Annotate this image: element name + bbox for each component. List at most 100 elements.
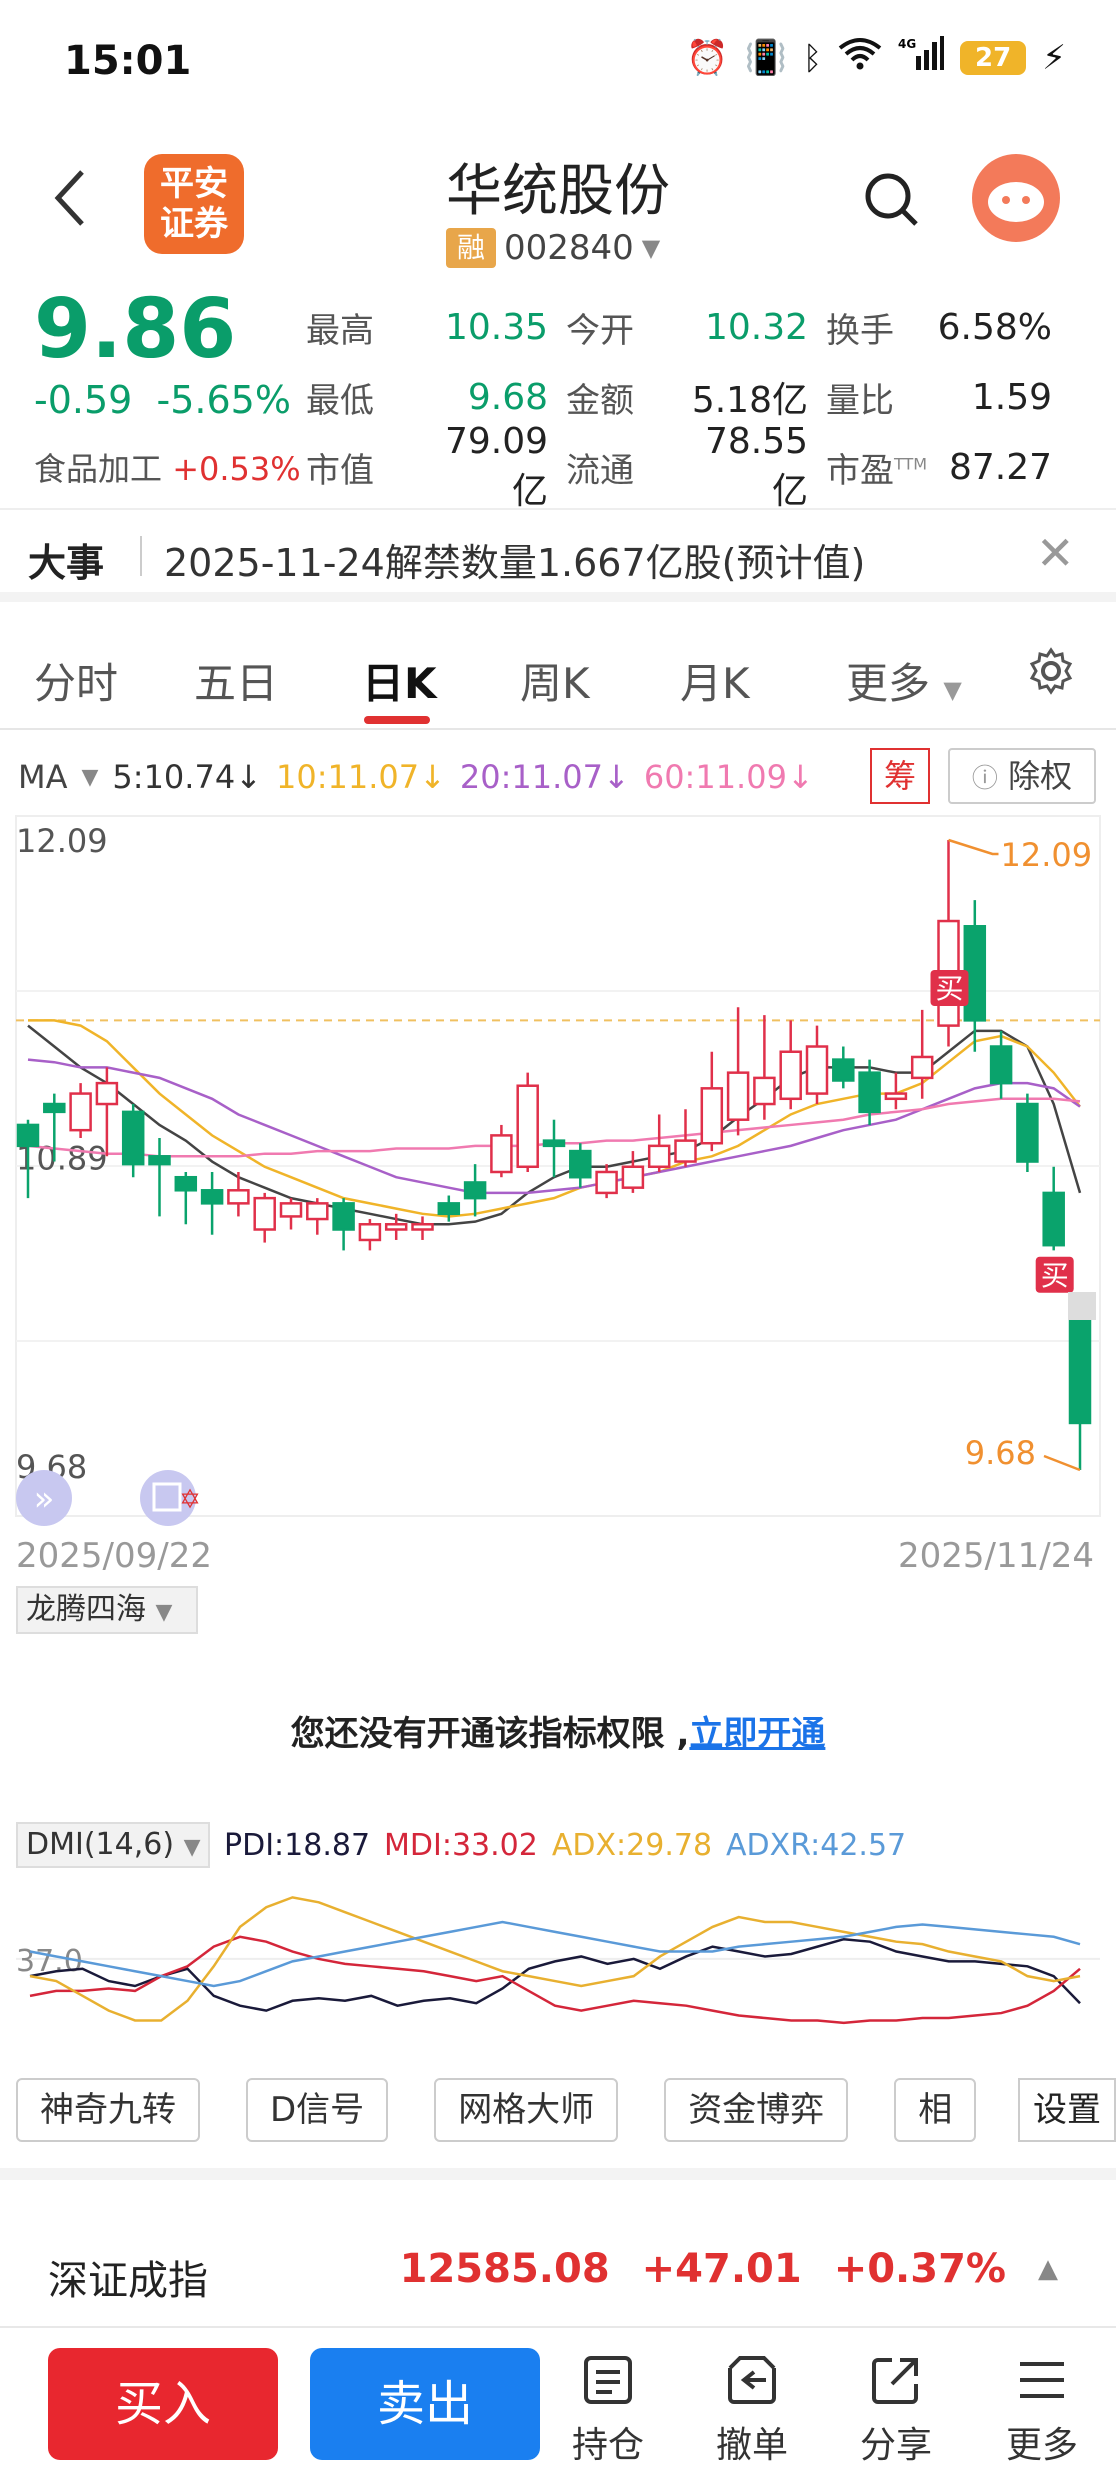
candle bbox=[1016, 1093, 1039, 1172]
buy-button[interactable]: 买入 bbox=[48, 2348, 278, 2460]
double-chevron-icon: » bbox=[34, 1479, 55, 1519]
low-callout-label: 9.68 bbox=[965, 1434, 1036, 1472]
buy-marker-label: 买 bbox=[935, 972, 963, 1005]
settings-button[interactable]: 设置 bbox=[1018, 2078, 1116, 2142]
index-values: 12585.08 +47.01 +0.37% ▲ bbox=[400, 2246, 1058, 2292]
quote-label: 换手 bbox=[826, 310, 894, 351]
stock-code-row[interactable]: 融 002840 ▼ bbox=[446, 228, 660, 268]
candle bbox=[411, 1216, 434, 1240]
quote-row: 市值 79.09亿 流通 78.55亿 市盈TTM 87.27 bbox=[306, 421, 1096, 512]
low-callout-line bbox=[1043, 1454, 1081, 1472]
nav-cancel-order[interactable]: 撤单 bbox=[702, 2354, 802, 2468]
margin-badge: 融 bbox=[446, 228, 496, 268]
svg-text:4G: 4G bbox=[898, 37, 916, 51]
fullscreen-button[interactable]: ✡ bbox=[140, 1470, 201, 1526]
candlestick-chart[interactable]: 12.0910.899.68买买12.099.68» ✡ bbox=[0, 810, 1116, 1530]
tab-intraday[interactable]: 分时 bbox=[34, 650, 118, 711]
quote-value: 78.55亿 bbox=[704, 420, 808, 512]
event-text: 2025-11-24解禁数量1.667亿股(预计值) bbox=[164, 541, 866, 585]
candle-body bbox=[647, 1144, 671, 1169]
candle-body bbox=[332, 1202, 355, 1231]
candle-body bbox=[121, 1110, 145, 1166]
candle-body bbox=[832, 1058, 855, 1082]
tab-monthly-k[interactable]: 月K bbox=[680, 650, 750, 711]
candle-body bbox=[69, 1092, 92, 1132]
quote-grid: 最高 10.35 今开 10.32 换手 6.58% 最低 9.68 金额 5.18亿 量比 1.59… bbox=[306, 292, 1096, 512]
industry-info[interactable]: 食品加工 +0.53% bbox=[34, 444, 301, 490]
candle-body bbox=[569, 1149, 592, 1179]
wifi-icon bbox=[838, 36, 882, 79]
expand-button[interactable]: » bbox=[16, 1470, 72, 1526]
avatar[interactable] bbox=[972, 154, 1060, 242]
gear-icon[interactable] bbox=[1026, 646, 1076, 706]
sell-button[interactable]: 卖出 bbox=[310, 2348, 540, 2460]
dmi-legend-item: ADX:29.78 bbox=[551, 1827, 713, 1863]
quote-value: 5.18亿 bbox=[691, 380, 808, 421]
candle bbox=[569, 1143, 592, 1188]
search-icon bbox=[865, 173, 918, 226]
tool-button-related[interactable]: 相 bbox=[894, 2078, 977, 2142]
quote-label: 市值 bbox=[306, 450, 374, 491]
candle bbox=[700, 1051, 724, 1152]
tab-weekly-k[interactable]: 周K bbox=[520, 650, 590, 711]
buy-marker[interactable]: 买 bbox=[1035, 1256, 1074, 1293]
dmi-chart[interactable]: 37.0 bbox=[0, 1880, 1116, 2060]
nav-positions[interactable]: 持仓 bbox=[558, 2354, 658, 2468]
candle bbox=[726, 1007, 750, 1136]
ma-legend[interactable]: MA ▼ 5:10.74↓ 10:11.07↓ 20:11.07↓ 60:11.09↓ bbox=[18, 758, 814, 796]
tool-button-fund-game[interactable]: 资金博弈 bbox=[664, 2078, 849, 2142]
tool-button-d-signal[interactable]: D信号 bbox=[246, 2078, 389, 2142]
nav-more[interactable]: 更多 bbox=[992, 2354, 1092, 2468]
stock-code: 002840 bbox=[504, 228, 634, 268]
candle bbox=[1042, 1166, 1065, 1251]
cancel-order-icon bbox=[728, 2356, 776, 2404]
chip-distribution-button[interactable]: 筹 bbox=[870, 748, 930, 804]
tab-more[interactable]: 更多 ▼ bbox=[846, 650, 962, 711]
buy-marker[interactable]: 买 bbox=[930, 970, 969, 1006]
tab-daily-k[interactable]: 日K bbox=[362, 650, 437, 711]
candle bbox=[1068, 1293, 1092, 1470]
quote-label: 今开 bbox=[566, 310, 634, 351]
ma-legend-item: 60:11.09↓ bbox=[643, 758, 814, 796]
candle bbox=[490, 1124, 513, 1178]
candle bbox=[200, 1171, 224, 1235]
candle-body bbox=[200, 1189, 224, 1205]
vibrate-icon: 📳 bbox=[744, 37, 787, 78]
candle bbox=[279, 1198, 303, 1230]
close-icon[interactable]: ✕ bbox=[1036, 526, 1075, 580]
tab-five-day[interactable]: 五日 bbox=[194, 650, 278, 711]
permission-notice: 您还没有开通该指标权限 ,立即开通 bbox=[0, 1706, 1116, 1755]
ex-rights-button[interactable]: ⓘ 除权 bbox=[948, 748, 1096, 804]
quote-label: 量比 bbox=[826, 380, 894, 421]
quote-label: 金额 bbox=[566, 380, 634, 421]
index-change: +47.01 bbox=[641, 2246, 802, 2292]
nav-share[interactable]: 分享 bbox=[846, 2354, 946, 2468]
change-percent: -5.65% bbox=[156, 378, 291, 422]
enable-link[interactable]: 立即开通 bbox=[689, 1714, 825, 1754]
active-tab-indicator bbox=[364, 716, 430, 724]
candle bbox=[832, 1046, 855, 1089]
candle bbox=[621, 1151, 645, 1193]
quote-label: 最低 bbox=[306, 380, 374, 421]
candle-body bbox=[227, 1189, 250, 1205]
quote-value: 9.68 bbox=[467, 376, 548, 418]
ma-legend-item: 10:11.07↓ bbox=[275, 758, 446, 796]
tool-button-grid-master[interactable]: 网格大师 bbox=[434, 2078, 619, 2142]
tool-button-magic-nine[interactable]: 神奇九转 bbox=[16, 2078, 200, 2142]
candle bbox=[674, 1109, 697, 1167]
scroll-handle[interactable] bbox=[1068, 1292, 1096, 1320]
candle-body bbox=[805, 1045, 829, 1095]
dmi-legend-item: ADXR:42.57 bbox=[726, 1827, 907, 1863]
ex-rights-label: 除权 bbox=[1008, 757, 1073, 795]
tab-more-label: 更多 bbox=[846, 659, 931, 708]
candle-body bbox=[621, 1165, 645, 1189]
candle-body bbox=[174, 1175, 198, 1192]
candle-body bbox=[516, 1084, 539, 1169]
search-button[interactable] bbox=[862, 170, 922, 234]
candle bbox=[989, 1030, 1013, 1099]
chevron-up-icon[interactable]: ▲ bbox=[1038, 2254, 1058, 2284]
dmi-select[interactable]: DMI(14,6) ▼ bbox=[16, 1822, 210, 1868]
candle-body bbox=[490, 1134, 513, 1174]
indicator-select[interactable]: 龙腾四海 ▼ bbox=[16, 1586, 198, 1634]
candle-body bbox=[884, 1092, 908, 1101]
